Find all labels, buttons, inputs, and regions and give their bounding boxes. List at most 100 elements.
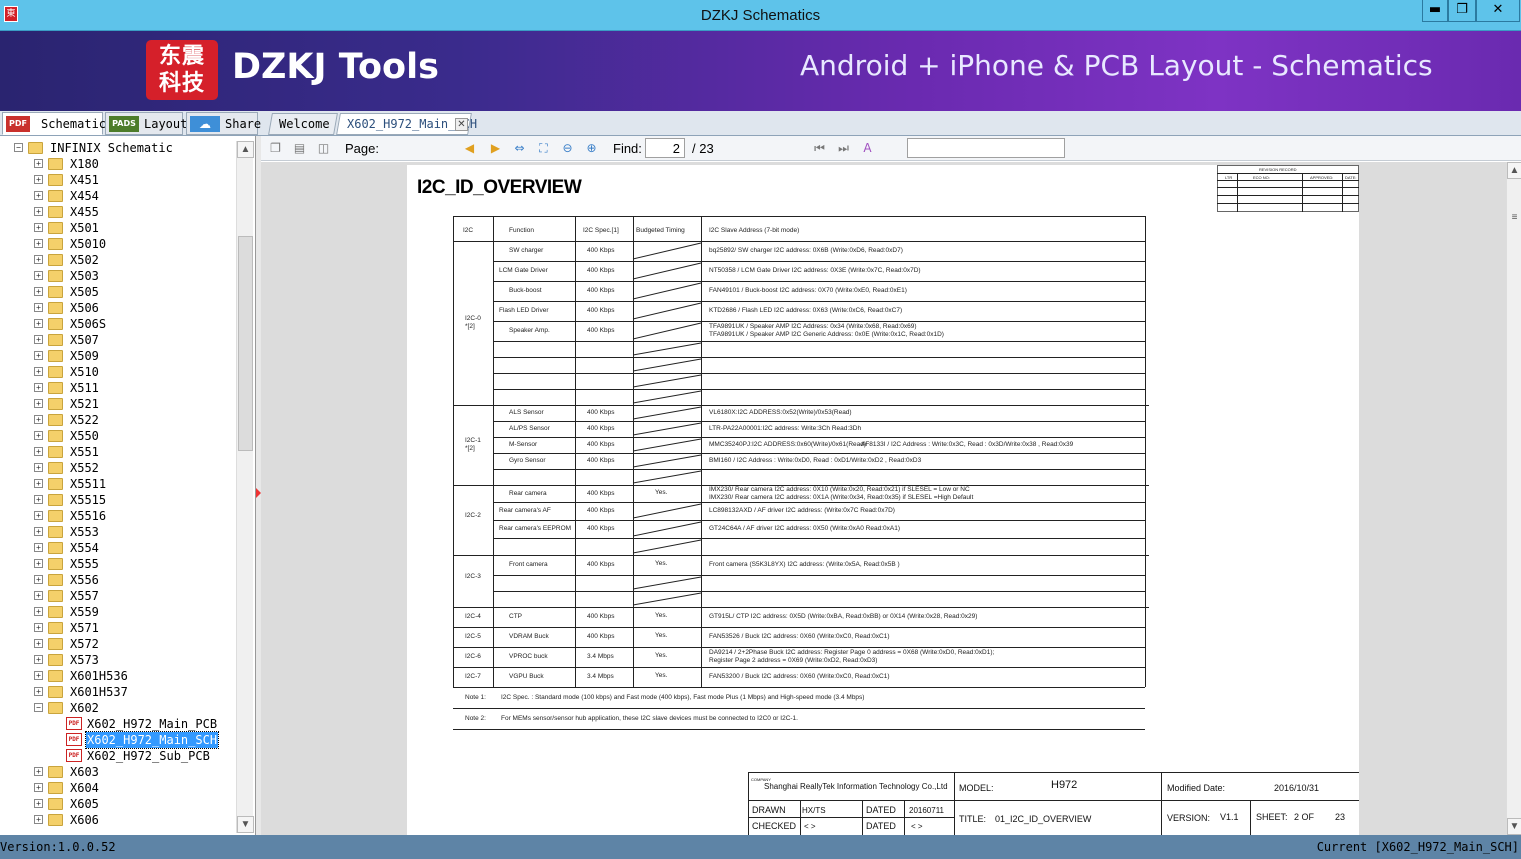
tree-scrollbar[interactable]: ▲ ▼ [236, 141, 254, 833]
document-viewer[interactable]: I2C_ID_OVERVIEW REVISION RECORD LTR ECO N… [261, 162, 1506, 835]
scroll-up-icon[interactable]: ▲ [237, 141, 254, 158]
tree-folder-x451[interactable]: + X451 [0, 172, 236, 188]
tree-folder-x553[interactable]: + X553 [0, 524, 236, 540]
tree-folder-x511[interactable]: + X511 [0, 380, 236, 396]
tree-scroll-thumb[interactable] [238, 236, 253, 451]
tree-folder-x505-expander-icon[interactable]: + [34, 287, 43, 296]
viewer-scrollbar[interactable]: ▲ ≡ ▼ [1506, 162, 1521, 835]
tree-folder-x606-expander-icon[interactable]: + [34, 815, 43, 824]
maximize-button[interactable]: ❐ [1448, 0, 1476, 22]
tree-folder-x601h536-expander-icon[interactable]: + [34, 671, 43, 680]
tree-folder-x506s[interactable]: + X506S [0, 316, 236, 332]
tree-folder-x603-expander-icon[interactable]: + [34, 767, 43, 776]
prev-page-icon[interactable]: ◀ [461, 140, 478, 157]
find-next-icon[interactable]: ⏭ [835, 140, 852, 157]
tree-folder-x5515-expander-icon[interactable]: + [34, 495, 43, 504]
tab-close-icon[interactable]: ✕ [455, 118, 468, 131]
tree-folder-x604[interactable]: + X604 [0, 780, 236, 796]
zoom-out-icon[interactable]: ⊖ [559, 140, 576, 157]
tab-welcome[interactable]: Welcome [268, 113, 338, 135]
tree-folder-x502-expander-icon[interactable]: + [34, 255, 43, 264]
tree-folder-x180[interactable]: + X180 [0, 156, 236, 172]
tree-folder-x550-expander-icon[interactable]: + [34, 431, 43, 440]
tree-folder-x521[interactable]: + X521 [0, 396, 236, 412]
tree-folder-x555[interactable]: + X555 [0, 556, 236, 572]
tree-folder-x503-expander-icon[interactable]: + [34, 271, 43, 280]
tree-folder-x510-expander-icon[interactable]: + [34, 367, 43, 376]
viewer-scroll-up-icon[interactable]: ▲ [1507, 162, 1521, 179]
tree-folder-x602[interactable]: − X602 [0, 700, 236, 716]
double-page-icon[interactable]: ◫ [315, 140, 332, 157]
tree-folder-x5515[interactable]: + X5515 [0, 492, 236, 508]
tree-folder-x603[interactable]: + X603 [0, 764, 236, 780]
tree-folder-x501[interactable]: + X501 [0, 220, 236, 236]
tree-folder-x559-expander-icon[interactable]: + [34, 607, 43, 616]
fit-page-icon[interactable]: ⛶ [535, 140, 552, 157]
tree-folder-x605-expander-icon[interactable]: + [34, 799, 43, 808]
tree-folder-x551[interactable]: + X551 [0, 444, 236, 460]
tree-folder-x510[interactable]: + X510 [0, 364, 236, 380]
tree-folder-x522[interactable]: + X522 [0, 412, 236, 428]
tree-folder-x554-expander-icon[interactable]: + [34, 543, 43, 552]
tab-x602-main-sch[interactable]: X602_H972_Main_SCH [336, 113, 477, 135]
scroll-down-icon[interactable]: ▼ [237, 816, 254, 833]
tab-share[interactable]: ☁ Share [186, 112, 261, 135]
tree-folder-x605[interactable]: + X605 [0, 796, 236, 812]
tree-folder-x552[interactable]: + X552 [0, 460, 236, 476]
tree-folder-x180-expander-icon[interactable]: + [34, 159, 43, 168]
tree-file-x602-h972-main-sch[interactable]: PDF X602_H972_Main_SCH [0, 731, 236, 749]
viewer-scroll-down-icon[interactable]: ▼ [1507, 818, 1521, 835]
tree-folder-x553-expander-icon[interactable]: + [34, 527, 43, 536]
tree-folder-x505[interactable]: + X505 [0, 284, 236, 300]
tree-folder-x5010[interactable]: + X5010 [0, 236, 236, 252]
tree-root-expander-icon[interactable]: − [14, 143, 23, 152]
tree-folder-x521-expander-icon[interactable]: + [34, 399, 43, 408]
tree-folder-x551-expander-icon[interactable]: + [34, 447, 43, 456]
tree-folder-x606[interactable]: + X606 [0, 812, 236, 828]
tree-folder-x502[interactable]: + X502 [0, 252, 236, 268]
single-page-icon[interactable]: ▤ [291, 140, 308, 157]
tree-folder-x507-expander-icon[interactable]: + [34, 335, 43, 344]
tab-layout[interactable]: PADS Layout [105, 112, 187, 135]
tree-folder-x557-expander-icon[interactable]: + [34, 591, 43, 600]
tree-folder-x509[interactable]: + X509 [0, 348, 236, 364]
tree-folder-x604-expander-icon[interactable]: + [34, 783, 43, 792]
tree-folder-x601h537-expander-icon[interactable]: + [34, 687, 43, 696]
match-case-icon[interactable]: A [859, 140, 876, 157]
next-page-icon[interactable]: ▶ [487, 140, 504, 157]
tree-folder-x601h536[interactable]: + X601H536 [0, 668, 236, 684]
tree-folder-x503[interactable]: + X503 [0, 268, 236, 284]
tree-folder-x559[interactable]: + X559 [0, 604, 236, 620]
tree-folder-x573-expander-icon[interactable]: + [34, 655, 43, 664]
fit-width-icon[interactable]: ⇔ [511, 140, 528, 157]
close-button[interactable]: ✕ [1476, 0, 1520, 22]
tree-root[interactable]: − INFINIX Schematic [0, 140, 236, 156]
tree-folder-x454-expander-icon[interactable]: + [34, 191, 43, 200]
tree-folder-x5516-expander-icon[interactable]: + [34, 511, 43, 520]
page-input[interactable] [645, 138, 685, 158]
copy-icon[interactable]: ❐ [267, 140, 284, 157]
minimize-button[interactable]: ▬ [1422, 0, 1448, 22]
tree-folder-x601h537[interactable]: + X601H537 [0, 684, 236, 700]
tree-folder-x454[interactable]: + X454 [0, 188, 236, 204]
tree-folder-x455[interactable]: + X455 [0, 204, 236, 220]
tree-file-x602-h972-sub-pcb[interactable]: PDF X602_H972_Sub_PCB [0, 748, 236, 764]
tree-folder-x5516[interactable]: + X5516 [0, 508, 236, 524]
tree-folder-x572[interactable]: + X572 [0, 636, 236, 652]
tree-folder-x522-expander-icon[interactable]: + [34, 415, 43, 424]
tree-folder-x602-expander-icon[interactable]: − [34, 703, 43, 712]
tree-folder-x554[interactable]: + X554 [0, 540, 236, 556]
tree-file-x602-h972-main-pcb[interactable]: PDF X602_H972_Main_PCB [0, 716, 236, 732]
tree-folder-x571-expander-icon[interactable]: + [34, 623, 43, 632]
tree-folder-x552-expander-icon[interactable]: + [34, 463, 43, 472]
tree-folder-x5010-expander-icon[interactable]: + [34, 239, 43, 248]
tree-folder-x506[interactable]: + X506 [0, 300, 236, 316]
tree-folder-x573[interactable]: + X573 [0, 652, 236, 668]
find-input[interactable] [907, 138, 1065, 158]
tree-folder-x572-expander-icon[interactable]: + [34, 639, 43, 648]
tree-folder-x455-expander-icon[interactable]: + [34, 207, 43, 216]
tree-folder-x556-expander-icon[interactable]: + [34, 575, 43, 584]
tree-folder-x550[interactable]: + X550 [0, 428, 236, 444]
tree-folder-x506s-expander-icon[interactable]: + [34, 319, 43, 328]
tree-folder-x501-expander-icon[interactable]: + [34, 223, 43, 232]
